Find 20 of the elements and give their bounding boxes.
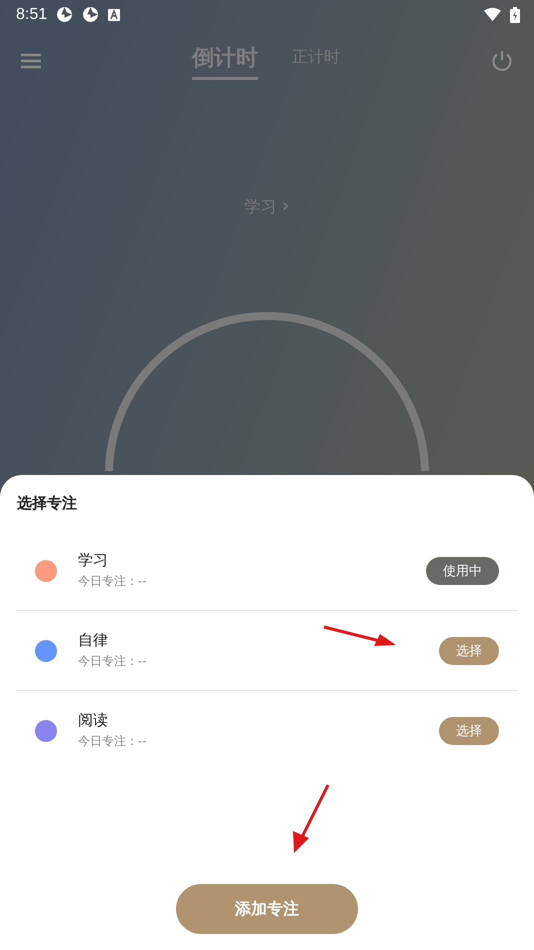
annotation-arrow	[291, 783, 331, 855]
keyboard-icon	[108, 8, 120, 20]
focus-name: 自律	[78, 631, 108, 650]
aperture-icon	[56, 6, 74, 23]
aperture-icon	[82, 6, 100, 23]
select-button[interactable]: 选择	[439, 636, 499, 664]
wifi-icon	[484, 6, 501, 23]
select-button[interactable]: 使用中	[426, 556, 499, 584]
menu-icon[interactable]	[20, 53, 42, 69]
add-focus-button[interactable]: 添加专注	[176, 884, 358, 934]
focus-name: 阅读	[78, 711, 108, 730]
focus-today: 今日专注：--	[78, 733, 147, 750]
focus-today: 今日专注：--	[78, 573, 147, 590]
select-button[interactable]: 选择	[439, 716, 499, 744]
battery-icon	[510, 6, 520, 22]
power-icon[interactable]	[490, 49, 514, 73]
focus-name: 学习	[78, 551, 108, 570]
sheet-title: 选择专注	[16, 493, 78, 513]
focus-today: 今日专注：--	[78, 653, 147, 670]
status-time: 8:51	[16, 6, 48, 24]
